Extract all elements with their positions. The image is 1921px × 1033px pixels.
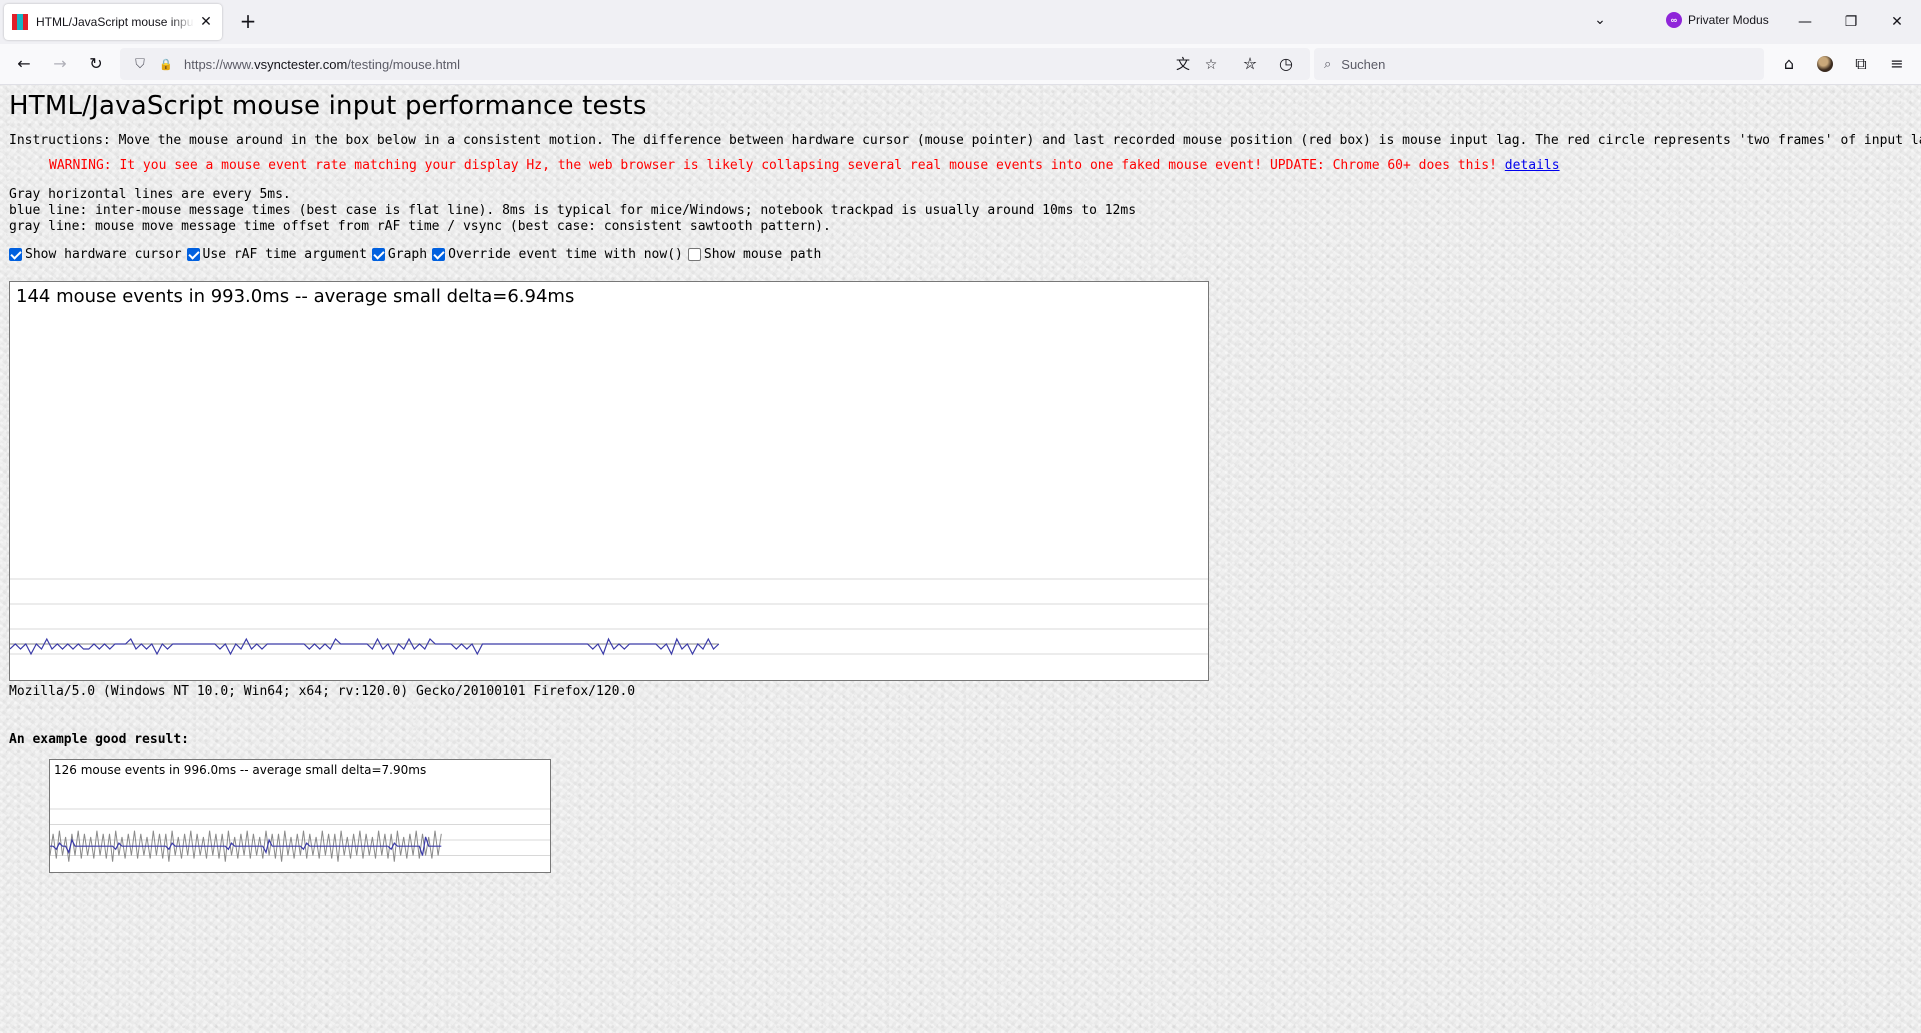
tracking-shield-icon[interactable]: ⛉ <box>132 57 148 72</box>
back-icon[interactable]: ← <box>12 52 36 76</box>
checkbox[interactable] <box>432 248 446 261</box>
option-show-mouse-path[interactable]: Show mouse path <box>687 247 822 262</box>
url-prefix: https://www. <box>184 56 255 72</box>
menu-icon[interactable]: ≡ <box>1885 52 1909 76</box>
url-text[interactable]: https://www.vsynctester.com/testing/mous… <box>184 57 460 72</box>
url-path: /testing/mouse.html <box>347 56 460 72</box>
checkbox[interactable] <box>9 248 22 261</box>
new-tab-button[interactable]: + <box>236 10 260 34</box>
test-options: Show hardware cursor Use rAF time argume… <box>9 247 1912 262</box>
private-mask-icon: ∞ <box>1666 12 1682 28</box>
option-label: Show hardware cursor <box>25 247 182 262</box>
checkbox[interactable] <box>371 248 385 261</box>
account-avatar[interactable] <box>1817 56 1833 72</box>
history-icon[interactable]: ◷ <box>1274 52 1298 76</box>
translate-icon[interactable]: 文 <box>1174 56 1192 74</box>
page-title: HTML/JavaScript mouse input performance … <box>9 91 647 121</box>
window-close-icon[interactable]: ✕ <box>1874 8 1920 36</box>
close-tab-icon[interactable]: ✕ <box>198 14 214 30</box>
details-link[interactable]: details <box>1505 158 1560 173</box>
tab-title: HTML/JavaScript mouse input performance … <box>36 15 194 29</box>
option-label: Graph <box>387 247 428 262</box>
page-content: HTML/JavaScript mouse input performance … <box>0 85 1921 1033</box>
test-graph <box>10 578 1208 656</box>
example-result: 126 mouse events in 996.0ms -- average s… <box>49 759 551 873</box>
minimize-icon[interactable]: — <box>1782 8 1828 36</box>
warning-text: WARNING: It you see a mouse event rate m… <box>49 158 1497 173</box>
home-icon[interactable]: ⌂ <box>1777 52 1801 76</box>
lock-icon[interactable]: 🔒 <box>158 58 174 71</box>
example-title: An example good result: <box>9 732 190 747</box>
reload-icon[interactable]: ↻ <box>84 52 108 76</box>
option-label: Show mouse path <box>703 247 822 262</box>
search-input[interactable] <box>1339 55 1724 73</box>
extensions-icon[interactable]: ⧉ <box>1849 52 1873 76</box>
warning-message: WARNING: It you see a mouse event rate m… <box>49 158 1912 173</box>
mouse-test-area[interactable]: 144 mouse events in 993.0ms -- average s… <box>9 281 1209 681</box>
tab-strip: HTML/JavaScript mouse input performance … <box>0 0 1921 44</box>
list-all-tabs-icon[interactable]: ⌄ <box>1590 12 1610 32</box>
option-graph[interactable]: Graph <box>371 247 428 262</box>
nav-toolbar: ← → ↻ ⛉ 🔒 https://www.vsynctester.com/te… <box>0 44 1921 85</box>
legend-line-gray-offset: gray line: mouse move message time offse… <box>9 219 831 234</box>
user-agent-text: Mozilla/5.0 (Windows NT 10.0; Win64; x64… <box>9 684 636 699</box>
private-mode-indicator: ∞ Privater Modus <box>1666 12 1769 28</box>
checkbox[interactable] <box>186 248 200 261</box>
graph-legend: Gray horizontal lines are every 5ms. blu… <box>9 187 1912 235</box>
blue-delta-series-line <box>10 637 720 656</box>
test-stats: 144 mouse events in 993.0ms -- average s… <box>16 286 575 307</box>
active-tab[interactable]: HTML/JavaScript mouse input performance … <box>4 4 222 40</box>
private-mode-label: Privater Modus <box>1688 13 1769 27</box>
example-stats: 126 mouse events in 996.0ms -- average s… <box>54 763 427 777</box>
option-override-event-time[interactable]: Override event time with now() <box>432 247 683 262</box>
option-show-hardware-cursor[interactable]: Show hardware cursor <box>9 247 182 262</box>
option-label: Override event time with now() <box>448 247 683 262</box>
legend-line-gray: Gray horizontal lines are every 5ms. <box>9 187 291 202</box>
instructions-text: Instructions: Move the mouse around in t… <box>9 133 1921 148</box>
restore-icon[interactable]: ❐ <box>1828 8 1874 36</box>
bookmarks-icon[interactable]: ⛦ <box>1238 52 1262 76</box>
bookmark-star-icon[interactable]: ☆ <box>1202 56 1220 74</box>
search-icon: ⌕ <box>1324 56 1332 72</box>
site-favicon-icon <box>12 14 28 30</box>
url-bar[interactable]: ⛉ 🔒 https://www.vsynctester.com/testing/… <box>120 48 1310 80</box>
checkbox[interactable] <box>687 248 701 261</box>
option-use-raf-time[interactable]: Use rAF time argument <box>186 247 367 262</box>
option-label: Use rAF time argument <box>202 247 367 262</box>
forward-icon[interactable]: → <box>48 52 72 76</box>
legend-line-blue: blue line: inter-mouse message times (be… <box>9 203 1137 218</box>
url-domain: vsynctester.com <box>254 56 348 72</box>
search-bar[interactable]: ⌕ <box>1314 48 1764 80</box>
